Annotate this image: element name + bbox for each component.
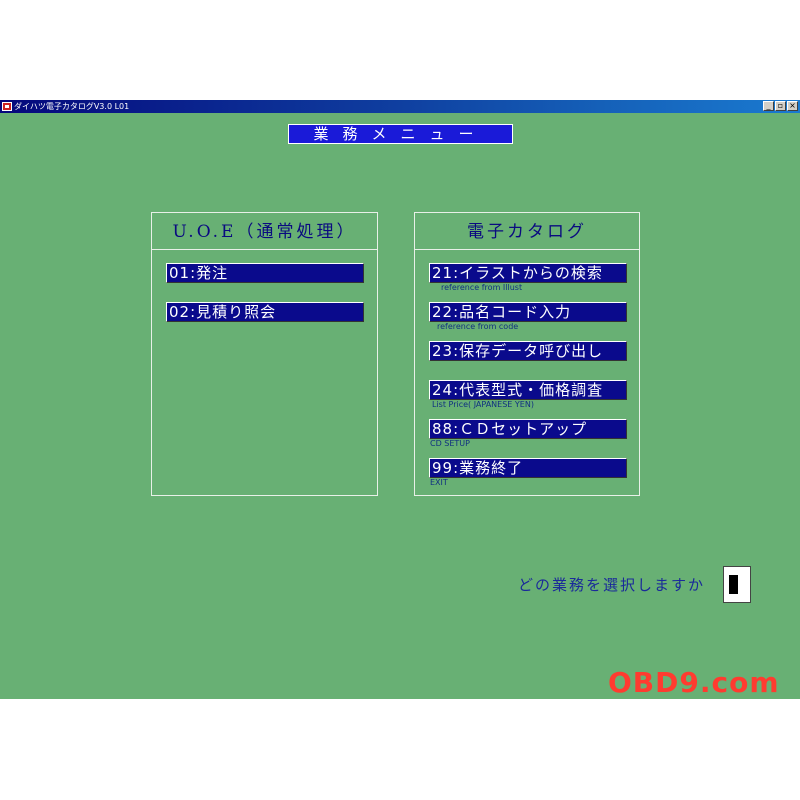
uoe-panel-header: U.O.E（通常処理） xyxy=(152,213,377,250)
close-button[interactable]: × xyxy=(787,101,798,111)
menu-item-99[interactable]: 99:業務終了 xyxy=(429,458,627,478)
menu-item-23[interactable]: 23:保存データ呼び出し xyxy=(429,341,627,361)
menu-item-88[interactable]: 88:ＣＤセットアップ xyxy=(429,419,627,439)
maximize-button[interactable]: ▫ xyxy=(775,101,786,111)
menu-item-88-subtitle: CD SETUP xyxy=(430,439,470,448)
menu-item-22-subtitle: reference from code xyxy=(437,322,519,331)
minimize-button[interactable]: _ xyxy=(763,101,774,111)
watermark-logo: OBD9.com xyxy=(608,666,780,699)
menu-item-99-subtitle: EXIT xyxy=(430,478,448,487)
catalog-panel-header: 電子カタログ xyxy=(415,213,639,250)
selection-prompt: どの業務を選択しますか xyxy=(518,576,706,594)
menu-title: 業務メニュー xyxy=(288,124,513,144)
catalog-panel: 電子カタログ 21:イラストからの検索 reference from Illus… xyxy=(414,212,640,496)
title-bar[interactable]: ダイハツ電子カタログV3.0 L01 _ ▫ × xyxy=(0,100,800,113)
window-title: ダイハツ電子カタログV3.0 L01 xyxy=(14,102,130,111)
menu-item-02[interactable]: 02:見積り照会 xyxy=(166,302,364,322)
app-icon[interactable] xyxy=(2,102,12,111)
selection-input[interactable] xyxy=(723,566,751,603)
menu-item-24-subtitle: List Price( JAPANESE YEN) xyxy=(432,400,534,409)
menu-item-21-subtitle: reference from Illust xyxy=(441,283,523,292)
menu-item-22[interactable]: 22:品名コード入力 xyxy=(429,302,627,322)
uoe-panel: U.O.E（通常処理） 01:発注 02:見積り照会 xyxy=(151,212,378,496)
text-cursor xyxy=(729,575,738,594)
app-window: ダイハツ電子カタログV3.0 L01 _ ▫ × 業務メニュー U.O.E（通常… xyxy=(0,100,800,699)
menu-item-01[interactable]: 01:発注 xyxy=(166,263,364,283)
menu-item-21[interactable]: 21:イラストからの検索 xyxy=(429,263,627,283)
menu-item-24[interactable]: 24:代表型式・価格調査 xyxy=(429,380,627,400)
